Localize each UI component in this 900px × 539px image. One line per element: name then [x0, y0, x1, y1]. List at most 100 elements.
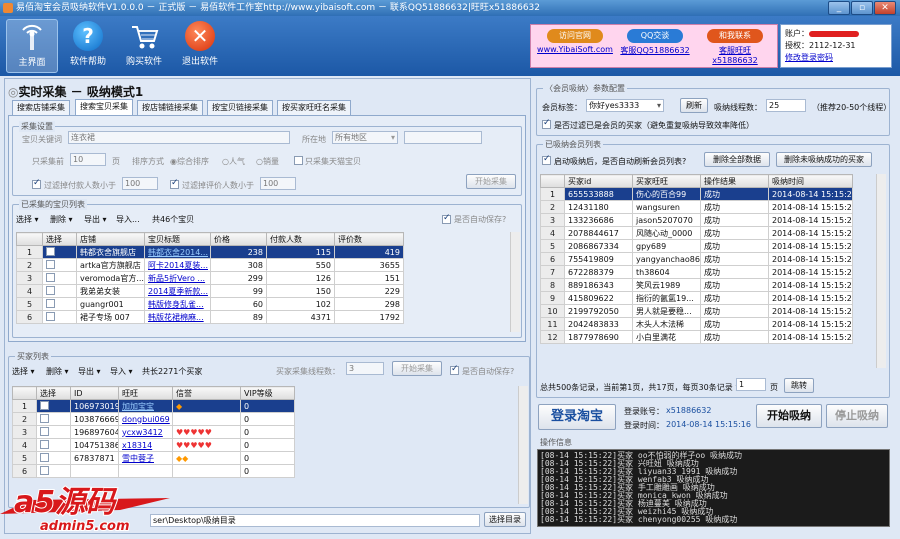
exit-button[interactable]: ✕ 退出软件 [174, 19, 226, 73]
table-row[interactable]: 3 196897604 ycxw3412 ♥♥♥♥♥ 0 [12, 425, 295, 439]
row-checkbox[interactable] [40, 426, 49, 436]
login-taobao-button[interactable]: 登录淘宝 [538, 404, 616, 430]
row-checkbox[interactable] [46, 259, 55, 269]
row-checkbox[interactable] [46, 246, 55, 256]
items-import-button[interactable]: 导入... [116, 214, 140, 225]
delete-failed-button[interactable]: 删除未吸纳成功的买家 [776, 152, 872, 167]
members-scrollbar[interactable] [876, 174, 886, 368]
row-checkbox[interactable] [40, 400, 49, 410]
filter-members-checkbox[interactable] [542, 118, 551, 129]
login-time-value: 2014-08-14 15:15:16 [666, 420, 751, 429]
table-row[interactable]: 12 1877978690 小白里满花 成功 2014-08-14 15:15:28 [540, 330, 853, 344]
member-threads-hint: （推荐20-50个线程） [812, 103, 892, 112]
buyers-scrollbar[interactable] [518, 386, 528, 504]
row-checkbox[interactable] [46, 272, 55, 282]
wangwang-link[interactable]: 客服旺旺x51886632 [712, 46, 757, 65]
table-row[interactable]: 7 672288379 th38604 成功 2014-08-14 15:15:28 [540, 265, 853, 279]
table-row[interactable]: 2 artka官方旗舰店 阿卡2014夏装... 308 550 3655 [16, 258, 404, 272]
tmall-only-checkbox[interactable] [294, 156, 303, 165]
sort-option-general[interactable]: ◉综合排序 [170, 156, 209, 167]
change-password-link[interactable]: 修改登录密码 [785, 53, 833, 62]
tab-item-link[interactable]: 按宝贝链接采集 [207, 100, 273, 115]
table-row[interactable]: 3 veromoda官方... 新品5折Vero ... 299 126 151 [16, 271, 404, 285]
row-checkbox[interactable] [46, 311, 55, 321]
auto-refresh-checkbox[interactable] [542, 154, 551, 165]
row-checkbox[interactable] [40, 452, 49, 462]
choose-directory-button[interactable]: 选择目录 [484, 512, 526, 527]
buyers-export-menu[interactable]: 导出 ▾ [78, 366, 101, 377]
row-checkbox[interactable] [46, 298, 55, 308]
items-scrollbar[interactable] [510, 232, 520, 332]
qq-ad[interactable]: QQ交谈 客服QQ51886632 [617, 29, 693, 56]
table-row[interactable]: 1 655533888 伤心的百合99 成功 2014-08-14 15:15:29 [540, 187, 853, 201]
filter-reviews-input[interactable]: 100 [260, 177, 296, 190]
filter-payers-input[interactable]: 100 [122, 177, 158, 190]
table-row[interactable]: 5 guangr001 韩版修身乱雀... 60 102 298 [16, 297, 404, 311]
sort-option-sales[interactable]: ○销量 [256, 156, 279, 167]
stop-absorb-button[interactable]: 停止吸纳 [826, 404, 888, 428]
filter-reviews-checkbox[interactable] [170, 178, 179, 189]
tab-search-shop[interactable]: 搜索店铺采集 [12, 100, 70, 115]
member-threads-input[interactable]: 25 [766, 99, 806, 112]
table-row[interactable]: 1 韩都衣舍旗舰店 韩都衣舍2014... 238 115 419 [16, 245, 404, 259]
table-row[interactable]: 4 2078844617 风随心动_0000 成功 2014-08-14 15:15:2… [540, 226, 853, 240]
buyers-import-menu[interactable]: 导入 ▾ [110, 366, 133, 377]
table-row[interactable]: 11 2042483833 木头人木法稀 成功 2014-08-14 15:15:28 [540, 317, 853, 331]
minimize-button[interactable]: _ [828, 1, 850, 15]
items-export-menu[interactable]: 导出 ▾ [84, 214, 107, 225]
home-button[interactable]: 主界面 [6, 19, 58, 73]
table-row[interactable]: 2 12431180 wangsuren 成功 2014-08-14 15:15:28 [540, 200, 853, 214]
close-button[interactable]: ✕ [874, 1, 896, 15]
table-row[interactable]: 4 我弟弟女装 2014夏季新款... 99 150 229 [16, 284, 404, 298]
items-select-menu[interactable]: 选择 ▾ [16, 214, 39, 225]
row-checkbox[interactable] [40, 439, 49, 449]
table-row[interactable]: 11069730191加加宝宝◆0 [12, 399, 295, 413]
tab-shop-link[interactable]: 按店铺链接采集 [137, 100, 203, 115]
table-row[interactable]: 6 755419809 yangyanchao86 成功 2014-08-14 15:1… [540, 252, 853, 266]
member-config-legend: 〈会员吸纳〉参数配置 [543, 83, 627, 94]
jump-page-button[interactable]: 跳转 [784, 378, 814, 393]
website-ad[interactable]: 访问官网 www.YibaiSoft.com [537, 29, 613, 54]
table-row[interactable]: 10 2199792050 男人就是要稳... 成功 2014-08-14 15:15:… [540, 304, 853, 318]
location-detail-input[interactable] [404, 131, 482, 144]
output-directory-input[interactable]: ser\Desktop\吸纳目录 [150, 514, 480, 527]
tab-buyer-name[interactable]: 按买家旺旺名采集 [277, 100, 351, 115]
items-autosave-checkbox[interactable] [442, 213, 451, 224]
table-row[interactable]: 5 67837871 雪中蓉子 ◆◆ 0 [12, 451, 295, 465]
wangwang-ad[interactable]: 和我联系 客服旺旺x51886632 [697, 29, 773, 65]
help-button[interactable]: ? 软件帮助 [62, 19, 114, 73]
delete-all-button[interactable]: 删除全部数据 [704, 152, 770, 167]
table-row[interactable]: 6 裙子专场 007 韩版花裙棉麻... 89 4371 1792 [16, 310, 404, 324]
table-row[interactable]: 3 133236686 jason5207070 成功 2014-08-14 15:15… [540, 213, 853, 227]
filter-payers-checkbox[interactable] [32, 178, 41, 189]
table-row[interactable]: 9 415809622 指衍的氤氲19... 成功 2014-08-14 15:15:2… [540, 291, 853, 305]
buy-button[interactable]: 购买软件 [118, 19, 170, 73]
buyers-select-menu[interactable]: 选择 ▾ [12, 366, 35, 377]
buyers-delete-menu[interactable]: 删除 ▾ [46, 366, 69, 377]
items-delete-menu[interactable]: 删除 ▾ [50, 214, 73, 225]
row-checkbox[interactable] [40, 413, 49, 423]
row-checkbox[interactable] [46, 285, 55, 295]
qq-link[interactable]: 客服QQ51886632 [620, 46, 689, 55]
table-row[interactable]: 5 2086867334 gpy689 成功 2014-08-14 15:15:28 [540, 239, 853, 253]
member-tag-select[interactable]: 你好yes3333 ▾ [586, 99, 664, 112]
tab-search-item[interactable]: 搜索宝贝采集 [75, 99, 133, 115]
app-icon [3, 3, 13, 13]
table-row[interactable]: 41047513869x18314♥♥♥♥♥0 [12, 438, 295, 452]
buyers-table: 选择ID旺旺信誉VIP等级 11069730191加加宝宝◆0 21038766… [12, 386, 295, 478]
start-collect-items-button[interactable]: 开始采集 [466, 174, 516, 189]
refresh-tag-button[interactable]: 刷新 [680, 98, 708, 113]
maximize-button[interactable]: ▫ [851, 1, 873, 15]
start-absorb-button[interactable]: 开始吸纳 [756, 404, 822, 428]
table-row[interactable]: 2 103876669 dongbui069 0 [12, 412, 295, 426]
start-collect-buyers-button[interactable]: 开始采集 [392, 361, 442, 376]
buyers-threads-input[interactable]: 3 [346, 362, 384, 375]
buyers-autosave-checkbox[interactable] [450, 364, 459, 375]
sort-option-popularity[interactable]: ○人气 [222, 156, 245, 167]
keyword-input[interactable]: 连衣裙 [68, 131, 290, 144]
pages-input[interactable]: 10 [70, 153, 106, 166]
page-number-input[interactable]: 1 [736, 378, 766, 391]
website-link[interactable]: www.YibaiSoft.com [537, 45, 613, 54]
table-row[interactable]: 8 889186343 笑风云1989 成功 2014-08-14 15:15:28 [540, 278, 853, 292]
location-select[interactable]: 所有地区 ▾ [332, 131, 398, 144]
